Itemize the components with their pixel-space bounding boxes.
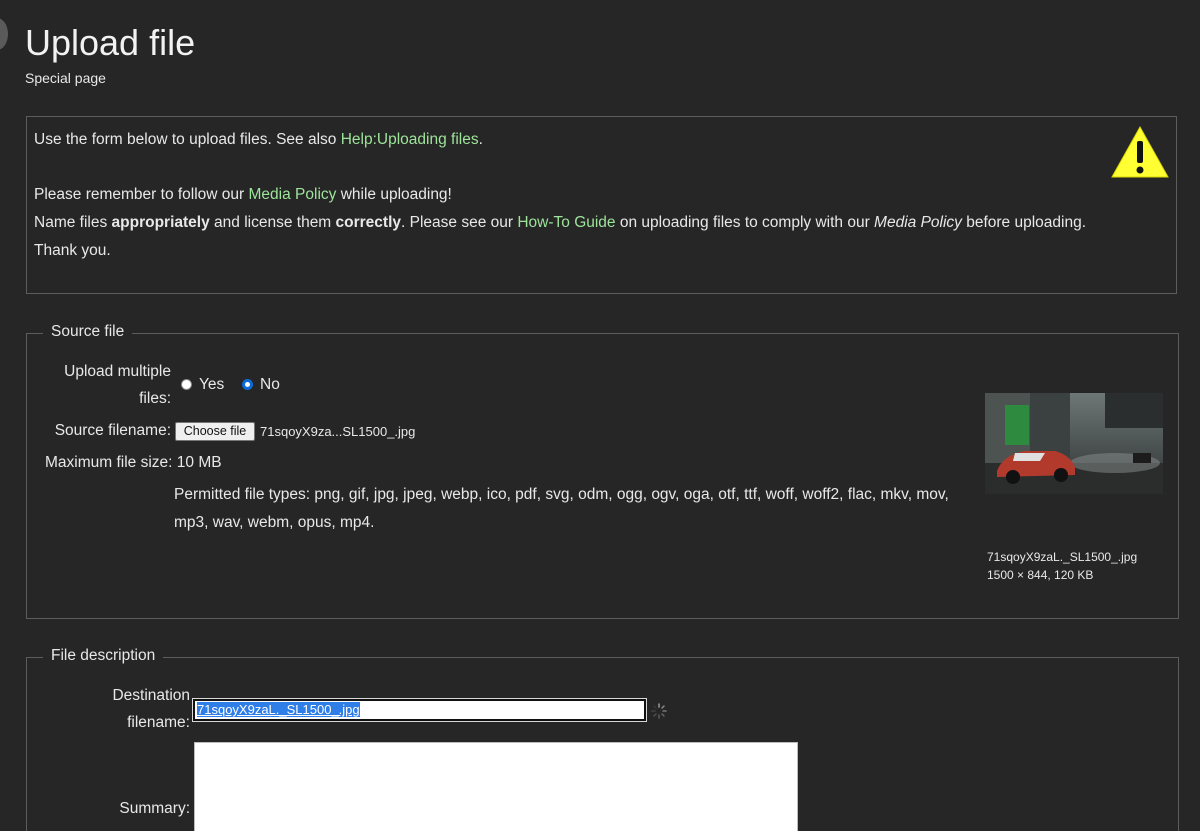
preview-image	[985, 393, 1163, 494]
loading-spinner-icon	[651, 703, 667, 719]
file-description-legend: File description	[43, 647, 164, 665]
source-filename-label: Source filename:	[54, 422, 171, 439]
help-uploading-link[interactable]: Help:Uploading files	[341, 131, 479, 148]
destination-filename-input[interactable]: 71sqoyX9zaL._SL1500_.jpg	[192, 698, 647, 722]
notice-text: . Please see our	[401, 214, 518, 231]
how-to-guide-link[interactable]: How-To Guide	[517, 214, 615, 231]
upload-multiple-no-label[interactable]: No	[260, 375, 280, 395]
preview-caption: 71sqoyX9zaL._SL1500_.jpg 1500 × 844, 120…	[987, 548, 1137, 584]
notice-bold: correctly	[335, 214, 402, 231]
upload-multiple-label-line: files:	[139, 390, 171, 407]
upload-multiple-label-line: Upload multiple	[64, 363, 171, 380]
upload-notice: Use the form below to upload files. See …	[26, 116, 1177, 294]
notice-line-3: Name files appropriately and license the…	[34, 209, 1086, 237]
notice-bold: appropriately	[111, 214, 210, 231]
notice-text: and license them	[209, 214, 336, 231]
media-policy-link[interactable]: Media Policy	[249, 186, 337, 203]
summary-label: Summary:	[119, 800, 190, 817]
warning-triangle-icon	[1111, 125, 1169, 178]
sidebar-toggle-edge[interactable]	[0, 18, 8, 50]
summary-textarea[interactable]	[194, 742, 798, 831]
destination-label-line: filename:	[127, 714, 190, 731]
max-file-size: Maximum file size: 10 MB	[45, 454, 222, 471]
notice-line-2: Please remember to follow our Media Poli…	[34, 181, 452, 209]
destination-label-line: Destination	[112, 687, 190, 704]
notice-text: before uploading.	[961, 214, 1087, 231]
file-preview-thumbnail	[985, 393, 1163, 494]
notice-line-4: Thank you.	[34, 242, 111, 259]
choose-file-button[interactable]: Choose file	[175, 422, 255, 441]
notice-text: .	[478, 131, 483, 148]
destination-filename-label: Destination filename:	[67, 682, 190, 736]
notice-text: while uploading!	[336, 186, 452, 203]
page-title: Upload file	[25, 22, 196, 63]
page-subtitle: Special page	[25, 70, 106, 86]
file-description-fieldset: File description Destination filename: 7…	[26, 647, 1179, 831]
notice-text: Use the form below to upload files. See …	[34, 131, 341, 148]
notice-text: Please remember to follow our	[34, 186, 249, 203]
chosen-file-name: 71sqoyX9za...SL1500_.jpg	[260, 424, 416, 439]
notice-italic: Media Policy	[874, 214, 962, 231]
notice-text: on uploading files to comply with our	[615, 214, 875, 231]
preview-dimensions: 1500 × 844, 120 KB	[987, 568, 1094, 582]
upload-multiple-yes-radio[interactable]	[181, 379, 192, 390]
destination-filename-value: 71sqoyX9zaL._SL1500_.jpg	[197, 702, 360, 717]
permitted-file-types: Permitted file types: png, gif, jpg, jpe…	[174, 486, 949, 531]
upload-page: Upload file Special page Use the form be…	[0, 0, 1200, 831]
source-file-fieldset: Source file Upload multiple files: Yes N…	[26, 323, 1179, 619]
notice-text: Name files	[34, 214, 112, 231]
preview-filename: 71sqoyX9zaL._SL1500_.jpg	[987, 550, 1138, 564]
upload-multiple-yes-label[interactable]: Yes	[199, 375, 224, 395]
source-file-legend: Source file	[43, 323, 133, 341]
upload-multiple-no-radio[interactable]	[242, 379, 253, 390]
notice-line-1: Use the form below to upload files. See …	[34, 126, 483, 154]
upload-multiple-label: Upload multiple files:	[47, 358, 171, 412]
